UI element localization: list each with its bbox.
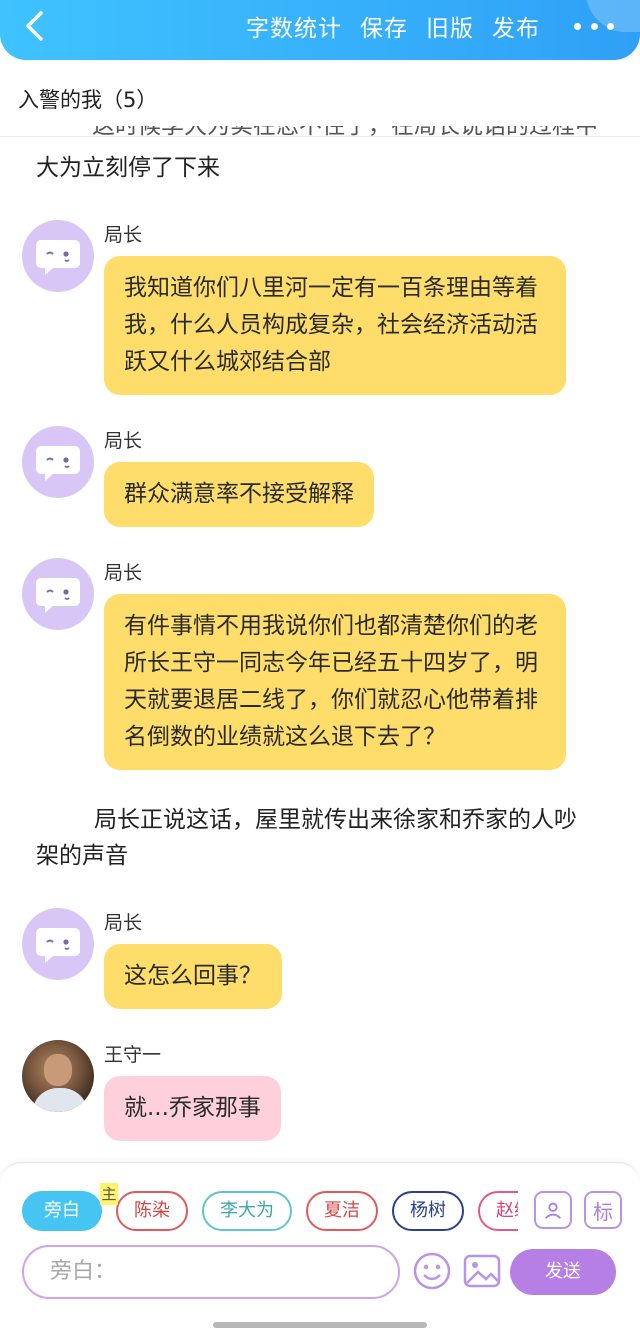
- narration-text: 大为立刻停了下来: [36, 155, 220, 181]
- chat-avatar-icon[interactable]: [22, 558, 94, 630]
- sender-name: 局长: [104, 224, 143, 246]
- sender-name: 局长: [104, 430, 143, 452]
- character-chips: 旁白陈染李大为夏洁杨树赵继伟: [22, 1191, 518, 1231]
- main-role-tag: 主: [100, 1183, 118, 1205]
- chip-character[interactable]: 夏洁: [306, 1191, 378, 1231]
- narration-text: 局长正说这话，屋里就传出来徐家和乔家的人吵架的声音: [36, 807, 577, 869]
- mark-icon[interactable]: 标: [584, 1191, 622, 1229]
- send-button[interactable]: 发送: [510, 1249, 616, 1295]
- sender-name: 局长: [104, 912, 143, 934]
- input-panel: 旁白陈染李大为夏洁杨树赵继伟 主 标 旁白： 发送: [0, 1162, 640, 1333]
- message-bubble[interactable]: 我知道你们八里河一定有一百条理由等着我，什么人员构成复杂，社会经济活动活跃又什么…: [104, 256, 566, 395]
- message-bubble[interactable]: 有件事情不用我说你们也都清楚你们的老所长王守一同志今年已经五十四岁了，明天就要退…: [104, 594, 566, 770]
- sender-name: 局长: [104, 562, 143, 584]
- sender-name: 王守一: [104, 1044, 162, 1066]
- chip-character[interactable]: 陈染: [116, 1191, 188, 1231]
- emoji-icon[interactable]: [412, 1251, 452, 1291]
- chip-narration[interactable]: 旁白: [22, 1191, 102, 1231]
- chapter-title: 入警的我（5）: [18, 88, 158, 112]
- chip-character[interactable]: 李大为: [202, 1191, 292, 1231]
- chat-avatar-icon[interactable]: [22, 426, 94, 498]
- more-options-icon[interactable]: [574, 14, 614, 38]
- message-bubble[interactable]: 这怎么回事？: [104, 944, 282, 1009]
- home-indicator: [213, 1322, 427, 1328]
- message-input[interactable]: 旁白：: [22, 1245, 400, 1299]
- top-menu: 字数统计 保存 旧版 发布: [228, 10, 604, 42]
- chip-character[interactable]: 杨树: [392, 1191, 464, 1231]
- chip-character[interactable]: 赵继伟: [478, 1191, 518, 1231]
- narration-cutoff: 这时候李大为实在忍不住了，在局长说话的过程中: [36, 126, 596, 148]
- chat-avatar-icon[interactable]: [22, 908, 94, 980]
- old-version-button[interactable]: 旧版: [426, 9, 474, 43]
- chat-avatar-icon[interactable]: [22, 220, 94, 292]
- narration-cutoff-text: 这时候李大为实在忍不住了，在局长说话的过程中: [92, 126, 596, 139]
- message-bubble[interactable]: 群众满意率不接受解释: [104, 462, 374, 527]
- word-count-button[interactable]: 字数统计: [246, 9, 342, 43]
- top-bar: 字数统计 保存 旧版 发布: [0, 0, 640, 60]
- add-character-icon[interactable]: [534, 1191, 572, 1229]
- character-avatar[interactable]: [22, 1040, 94, 1112]
- back-arrow-icon[interactable]: [20, 10, 52, 42]
- publish-button[interactable]: 发布: [492, 9, 540, 43]
- save-button[interactable]: 保存: [360, 9, 408, 43]
- image-icon[interactable]: [462, 1251, 502, 1291]
- message-bubble[interactable]: 就...乔家那事: [104, 1076, 281, 1141]
